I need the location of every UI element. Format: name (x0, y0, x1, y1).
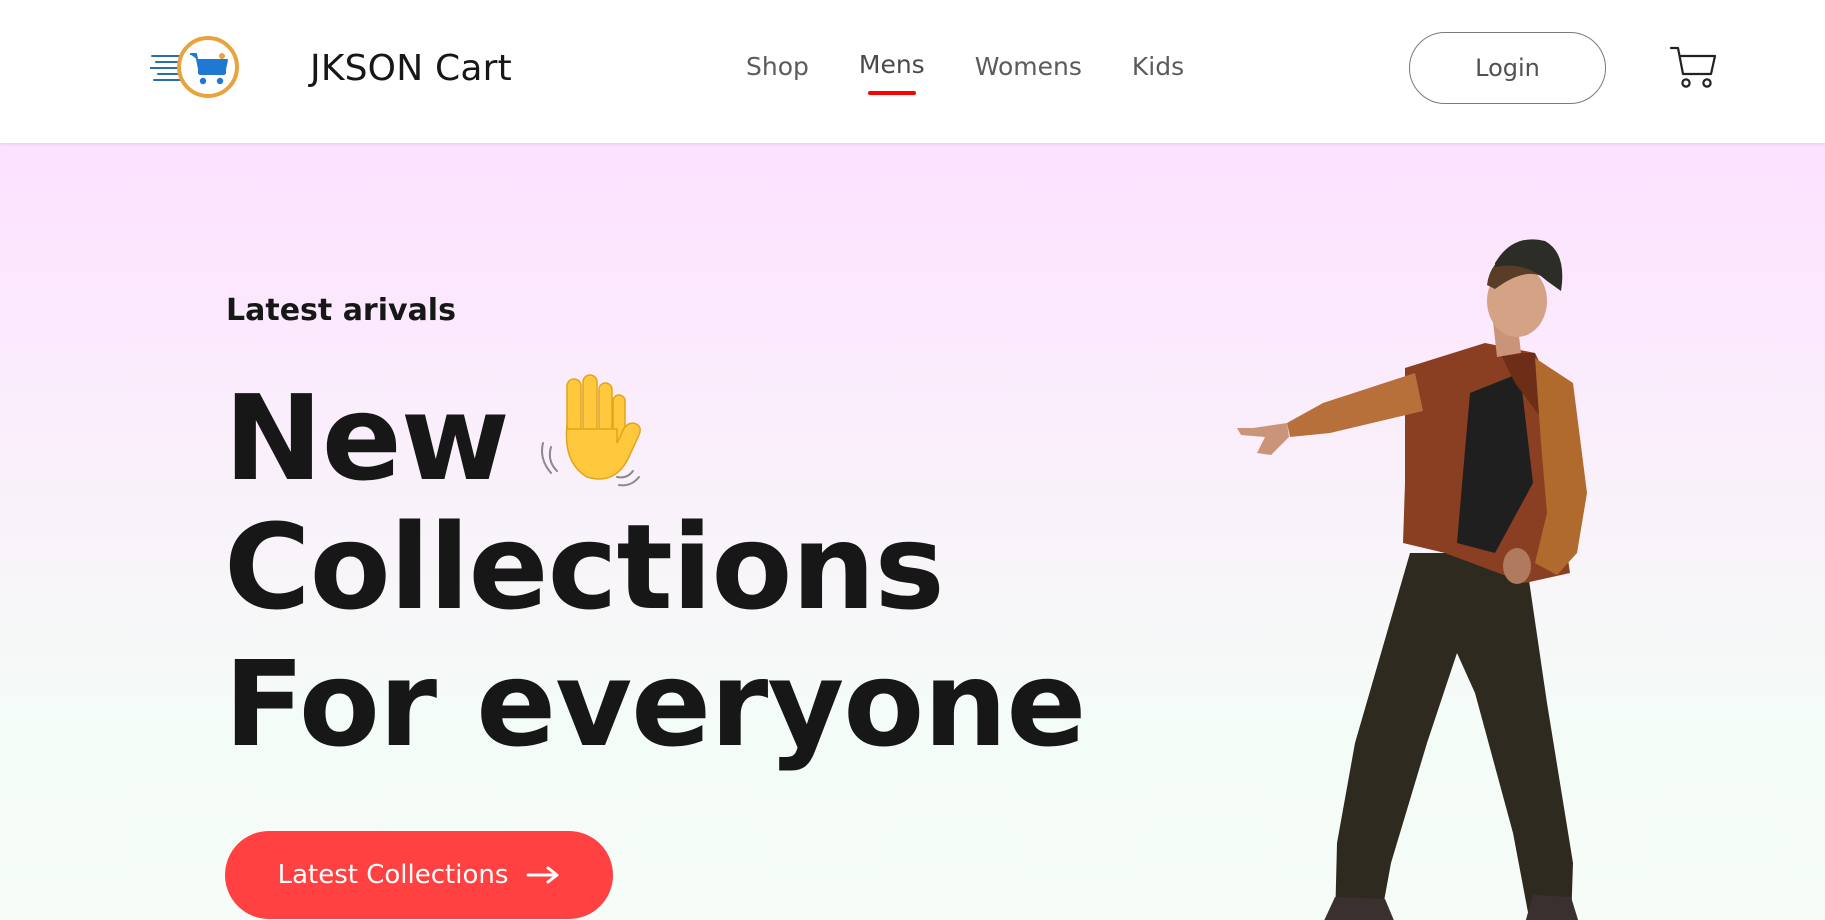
cart-icon[interactable] (1669, 44, 1717, 90)
waving-hand-icon (540, 374, 641, 487)
hero-section: Latest arivals New Collections For every… (0, 143, 1825, 920)
male-model-jacket-image (1237, 239, 1587, 920)
hero-title-text: New (224, 369, 510, 507)
login-button[interactable]: Login (1409, 32, 1606, 104)
latest-collections-button[interactable]: Latest Collections (225, 831, 613, 919)
shopping-cart-logo-icon[interactable] (150, 34, 250, 100)
nav-item-label: Mens (858, 50, 925, 79)
main-nav: Shop Mens Womens Kids (746, 50, 1234, 95)
nav-item-womens[interactable]: Womens (975, 52, 1082, 81)
brand-name[interactable]: JKSON Cart (310, 48, 512, 89)
arrow-right-icon (526, 866, 559, 884)
nav-item-kids[interactable]: Kids (1132, 52, 1184, 81)
hero-title-line-1: New (224, 373, 645, 497)
nav-item-label: Womens (974, 52, 1082, 81)
nav-item-label: Shop (746, 52, 809, 81)
hero-subtitle: Latest arivals (226, 293, 456, 328)
nav-item-label: Kids (1131, 52, 1185, 81)
nav-item-mens[interactable]: Mens (858, 50, 925, 95)
cta-label: Latest Collections (277, 860, 509, 890)
hero-title-line-3: For everyone (224, 635, 1086, 773)
top-navbar: JKSON Cart Shop Mens Womens Kids Login (0, 0, 1825, 143)
active-nav-underline (867, 91, 916, 95)
nav-item-shop[interactable]: Shop (746, 52, 809, 81)
hero-title-line-2: Collections (224, 498, 945, 636)
